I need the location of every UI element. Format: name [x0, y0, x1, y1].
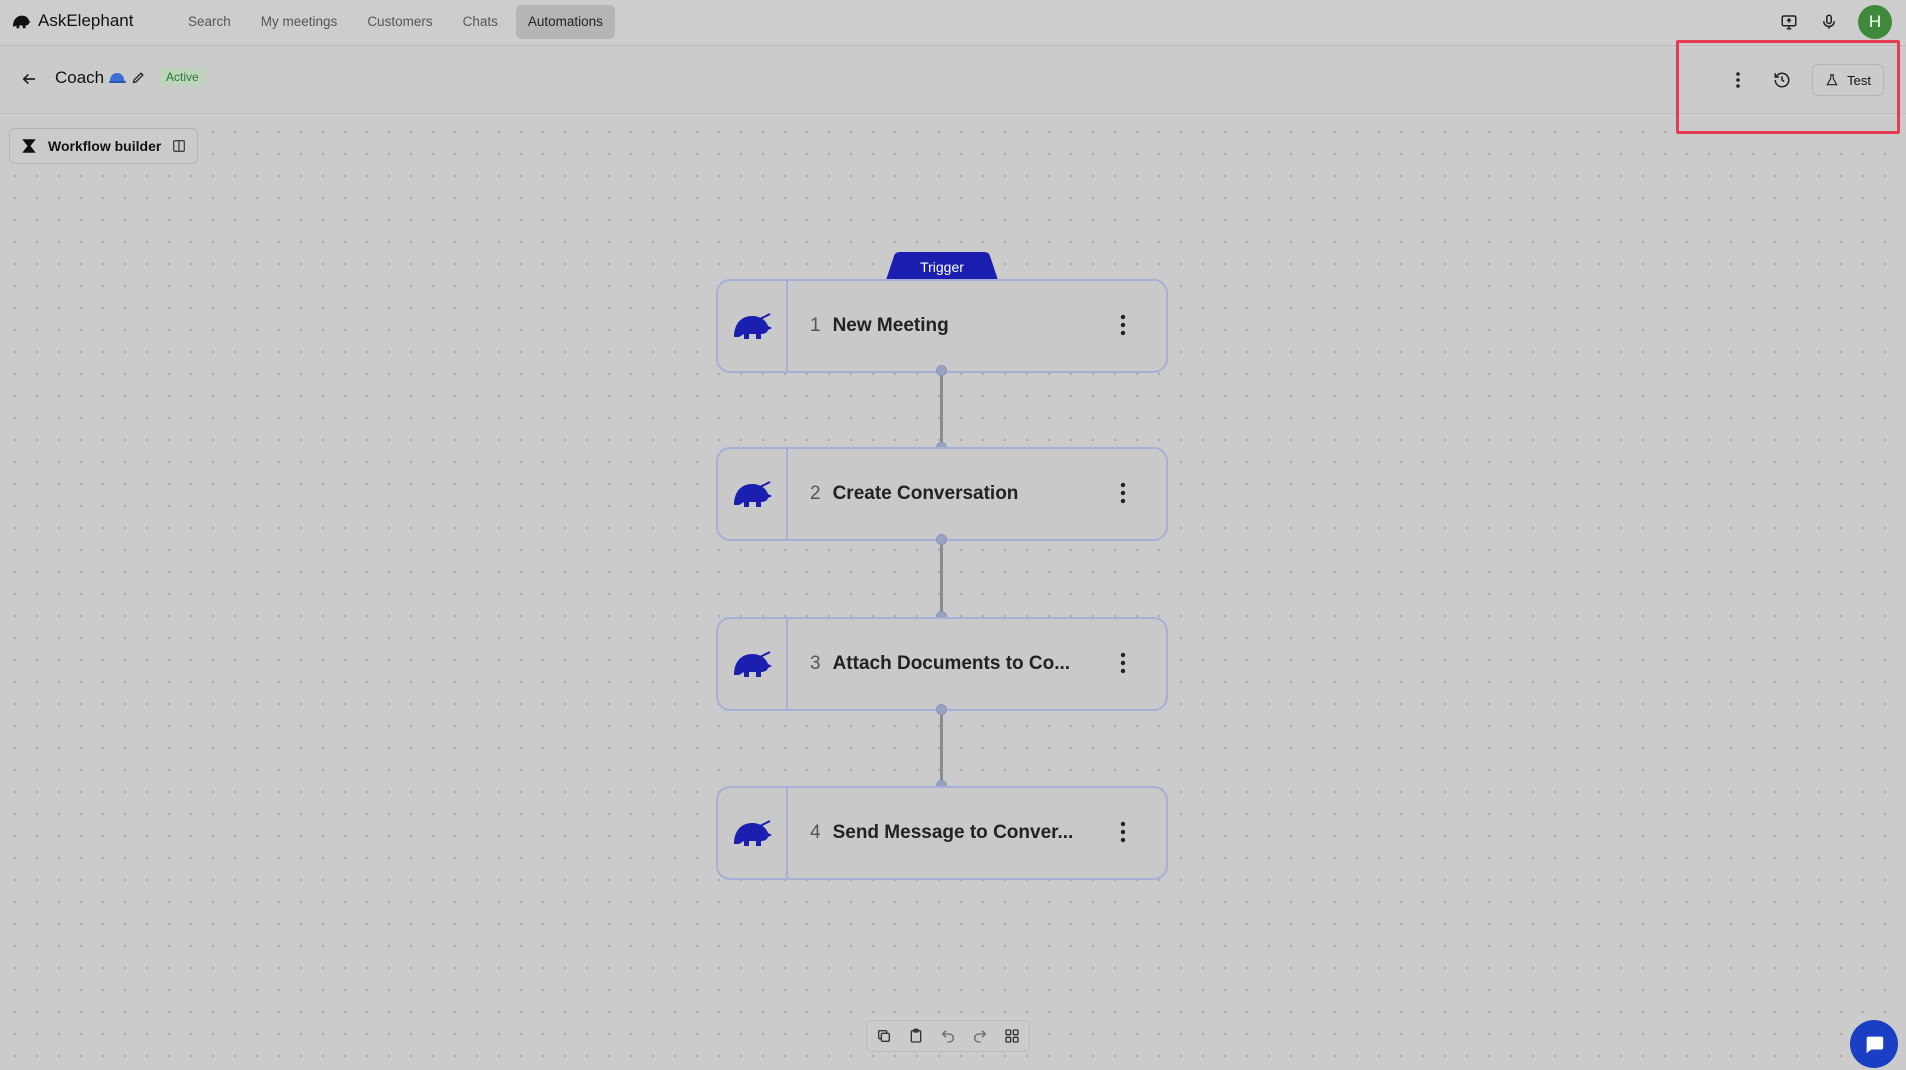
top-right-actions: H — [1778, 5, 1892, 39]
connector-line — [940, 539, 943, 619]
connector-dot[interactable] — [936, 534, 947, 545]
workflow-title: Coach — [55, 68, 105, 87]
step-label: Attach Documents to Co... — [832, 653, 1071, 674]
nav-my-meetings[interactable]: My meetings — [249, 5, 350, 39]
trigger-label: Trigger — [920, 259, 964, 275]
connector-dot[interactable] — [936, 365, 947, 376]
main-nav: Search My meetings Customers Chats Autom… — [176, 5, 615, 39]
brand-logo[interactable]: AskElephant — [10, 11, 133, 31]
elephant-step-icon — [718, 788, 788, 878]
elephant-logo-icon — [12, 15, 31, 29]
cap-emoji-icon — [108, 70, 126, 86]
user-avatar[interactable]: H — [1858, 5, 1892, 39]
nav-chats[interactable]: Chats — [451, 5, 510, 39]
workflow-step-4[interactable]: 4 Send Message to Conver... — [716, 786, 1168, 880]
workflow-step-2[interactable]: 2 Create Conversation — [716, 447, 1168, 541]
workflow-header: Coach Active — [0, 46, 1906, 114]
connector-line — [940, 371, 943, 451]
workflow-step-1[interactable]: 1 New Meeting — [716, 279, 1168, 373]
step-menu-icon[interactable] — [1120, 482, 1128, 506]
layout-grid-icon[interactable] — [1001, 1025, 1023, 1047]
chat-support-button[interactable] — [1850, 1020, 1898, 1068]
flask-icon — [1826, 74, 1838, 86]
elephant-step-icon — [718, 281, 788, 371]
step-label: Send Message to Conver... — [832, 822, 1074, 843]
workflow-actions: Test — [1724, 64, 1884, 96]
step-menu-icon[interactable] — [1120, 821, 1128, 845]
workflow-builder-button[interactable]: Workflow builder — [9, 128, 199, 164]
history-icon[interactable] — [1768, 66, 1796, 94]
step-menu-icon[interactable] — [1120, 652, 1128, 676]
canvas-toolbar — [866, 1020, 1030, 1052]
top-navigation: AskElephant Search My meetings Customers… — [0, 0, 1906, 46]
step-number: 2 — [810, 483, 821, 504]
connector-dot[interactable] — [936, 704, 947, 715]
test-label: Test — [1847, 72, 1871, 88]
elephant-step-icon — [718, 449, 788, 539]
paste-icon[interactable] — [905, 1025, 927, 1047]
nav-automations[interactable]: Automations — [515, 5, 615, 39]
step-menu-icon[interactable] — [1120, 314, 1128, 338]
nav-search[interactable]: Search — [176, 5, 243, 39]
redo-icon[interactable] — [969, 1025, 991, 1047]
microphone-icon[interactable] — [1818, 11, 1840, 33]
step-label: Create Conversation — [832, 483, 1019, 504]
workflow-builder-label: Workflow builder — [48, 138, 162, 154]
copy-icon[interactable] — [873, 1025, 895, 1047]
step-label: New Meeting — [832, 315, 949, 336]
back-arrow-icon[interactable] — [20, 70, 40, 90]
step-number: 3 — [810, 653, 821, 674]
workflow-logo-icon — [22, 139, 36, 153]
chat-icon — [1866, 1036, 1884, 1054]
undo-icon[interactable] — [937, 1025, 959, 1047]
nav-customers[interactable]: Customers — [355, 5, 444, 39]
workflow-step-3[interactable]: 3 Attach Documents to Co... — [716, 617, 1168, 711]
step-number: 1 — [810, 315, 821, 336]
trigger-tab: Trigger — [886, 252, 998, 280]
connector-line — [940, 709, 943, 789]
brand-name: AskElephant — [38, 11, 134, 30]
workflow-canvas[interactable]: Workflow builder Trigger 1 New Meeting 2… — [0, 115, 1906, 1070]
elephant-step-icon — [718, 619, 788, 709]
step-number: 4 — [810, 822, 821, 843]
sidebar-toggle-icon[interactable] — [171, 138, 187, 154]
test-button[interactable]: Test — [1812, 64, 1884, 96]
screen-record-icon[interactable] — [1778, 11, 1800, 33]
status-badge: Active — [160, 68, 205, 86]
edit-pencil-icon[interactable] — [131, 70, 147, 86]
more-options-icon[interactable] — [1724, 66, 1752, 94]
